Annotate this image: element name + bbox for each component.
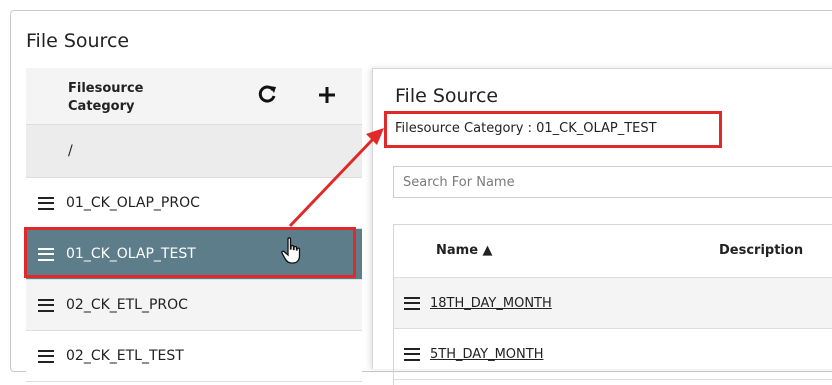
add-category-button[interactable] [314, 82, 340, 108]
category-item[interactable]: 02_CK_ETL_PROC [26, 280, 362, 331]
file-source-link[interactable]: 5TH_DAY_MONTH [430, 347, 543, 362]
refresh-button[interactable] [254, 82, 280, 108]
column-header-name[interactable]: Name ▲ [436, 243, 493, 258]
search-input[interactable] [393, 166, 832, 198]
category-root-row[interactable]: / [26, 125, 362, 178]
table-header-row: Name ▲ Description [394, 225, 832, 278]
column-header-description[interactable]: Description [719, 243, 803, 258]
category-panel-header: Filesource Category [26, 68, 362, 125]
drag-handle-icon[interactable] [38, 349, 54, 363]
panel-title: File Source [395, 85, 499, 107]
drag-handle-icon[interactable] [38, 196, 54, 210]
category-panel: Filesource Category / 01_CK_OLAP_PROC 01… [26, 68, 362, 382]
file-source-table: Name ▲ Description 18TH_DAY_MONTH 5TH_DA… [393, 224, 832, 385]
category-item-label: 02_CK_ETL_PROC [66, 297, 188, 313]
table-row[interactable]: 5TH_DAY_MONTH [394, 329, 832, 380]
category-item-label: 01_CK_OLAP_PROC [66, 195, 200, 211]
drag-handle-icon[interactable] [38, 247, 54, 261]
table-row[interactable]: 18TH_DAY_MONTH [394, 278, 832, 329]
plus-icon [319, 87, 335, 103]
root-path-label: / [68, 143, 73, 159]
file-source-link[interactable]: 18TH_DAY_MONTH [430, 296, 552, 311]
category-item-label: 01_CK_OLAP_TEST [66, 246, 196, 262]
category-item[interactable]: 01_CK_OLAP_PROC [26, 178, 362, 229]
category-item[interactable]: 02_CK_ETL_TEST [26, 331, 362, 382]
page-title: File Source [26, 30, 130, 52]
category-item-label: 02_CK_ETL_TEST [66, 348, 184, 364]
drag-handle-icon[interactable] [404, 296, 420, 310]
drag-handle-icon[interactable] [38, 298, 54, 312]
category-item-selected[interactable]: 01_CK_OLAP_TEST [26, 229, 362, 280]
hand-cursor-icon [281, 237, 301, 264]
category-breadcrumb: Filesource Category : 01_CK_OLAP_TEST [395, 121, 657, 136]
refresh-icon [258, 85, 276, 103]
category-header-label: Filesource Category [68, 81, 144, 114]
file-source-panel: File Source Filesource Category : 01_CK_… [372, 68, 832, 385]
drag-handle-icon[interactable] [404, 347, 420, 361]
